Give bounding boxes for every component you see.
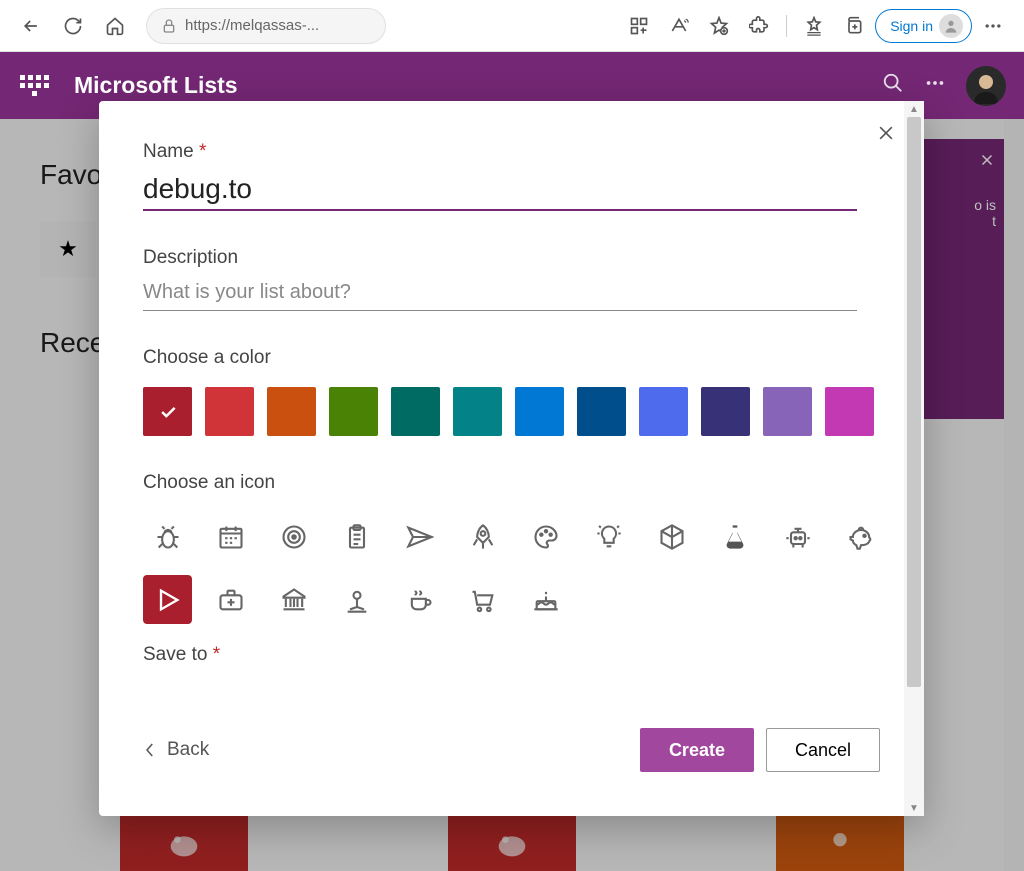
read-aloud-button[interactable]: [660, 7, 698, 45]
cart-icon[interactable]: [458, 575, 507, 624]
scroll-down-icon[interactable]: ▼: [904, 800, 924, 816]
color-indigo[interactable]: [701, 387, 750, 436]
coffee-icon[interactable]: [395, 575, 444, 624]
target-icon[interactable]: [269, 512, 318, 561]
apps-button[interactable]: [620, 7, 658, 45]
color-blue[interactable]: [515, 387, 564, 436]
color-pink[interactable]: [825, 387, 874, 436]
save-to-label: Save to *: [143, 644, 880, 666]
more-header-icon[interactable]: [924, 72, 946, 99]
lock-icon: [161, 18, 177, 34]
icon-picker: [143, 512, 903, 624]
name-label: Name *: [143, 141, 880, 163]
name-input[interactable]: [143, 169, 857, 211]
color-orange[interactable]: [267, 387, 316, 436]
airplane-icon[interactable]: [395, 512, 444, 561]
flask-icon[interactable]: [710, 512, 759, 561]
choose-icon-label: Choose an icon: [143, 472, 880, 494]
address-bar[interactable]: https://melqassas-...: [146, 8, 386, 44]
color-teal[interactable]: [453, 387, 502, 436]
url-text: https://melqassas-...: [185, 17, 319, 34]
color-blue-light[interactable]: [639, 387, 688, 436]
bank-icon[interactable]: [269, 575, 318, 624]
favorites-add-button[interactable]: [700, 7, 738, 45]
robot-icon[interactable]: [773, 512, 822, 561]
color-navy[interactable]: [577, 387, 626, 436]
color-teal-dark[interactable]: [391, 387, 440, 436]
more-button[interactable]: [974, 7, 1012, 45]
color-red[interactable]: [205, 387, 254, 436]
color-picker: [143, 387, 880, 436]
browser-toolbar: https://melqassas-... Sign in: [0, 0, 1024, 52]
cake-icon[interactable]: [521, 575, 570, 624]
color-purple[interactable]: [763, 387, 812, 436]
extensions-button[interactable]: [740, 7, 778, 45]
cube-icon[interactable]: [647, 512, 696, 561]
palette-icon[interactable]: [521, 512, 570, 561]
profile-icon: [939, 14, 963, 38]
home-button[interactable]: [96, 7, 134, 45]
back-button[interactable]: [12, 7, 50, 45]
signin-label: Sign in: [890, 18, 933, 34]
bug-icon[interactable]: [143, 512, 192, 561]
description-input[interactable]: [143, 275, 857, 311]
color-dark-red[interactable]: [143, 387, 192, 436]
search-icon[interactable]: [882, 72, 904, 99]
piggybank-icon[interactable]: [836, 512, 885, 561]
back-button[interactable]: Back: [143, 739, 209, 761]
user-avatar[interactable]: [966, 66, 1006, 106]
app-launcher-button[interactable]: [18, 70, 50, 102]
calendar-icon[interactable]: [206, 512, 255, 561]
rocket-icon[interactable]: [458, 512, 507, 561]
play-icon[interactable]: [143, 575, 192, 624]
clipboard-icon[interactable]: [332, 512, 381, 561]
back-label: Back: [167, 739, 209, 761]
signin-button[interactable]: Sign in: [875, 9, 972, 43]
create-button[interactable]: Create: [640, 728, 754, 772]
firstaid-icon[interactable]: [206, 575, 255, 624]
modal-close-button[interactable]: [876, 123, 896, 148]
color-green[interactable]: [329, 387, 378, 436]
cancel-button[interactable]: Cancel: [766, 728, 880, 772]
choose-color-label: Choose a color: [143, 347, 880, 369]
reload-button[interactable]: [54, 7, 92, 45]
favorites-list-button[interactable]: [795, 7, 833, 45]
app-title: Microsoft Lists: [74, 72, 238, 99]
create-list-modal: ▲ ▼ Name * Description Choose a color Ch…: [99, 101, 924, 816]
collections-button[interactable]: [835, 7, 873, 45]
lightbulb-icon[interactable]: [584, 512, 633, 561]
description-label: Description: [143, 247, 880, 269]
divider: [786, 15, 787, 37]
mappin-icon[interactable]: [332, 575, 381, 624]
